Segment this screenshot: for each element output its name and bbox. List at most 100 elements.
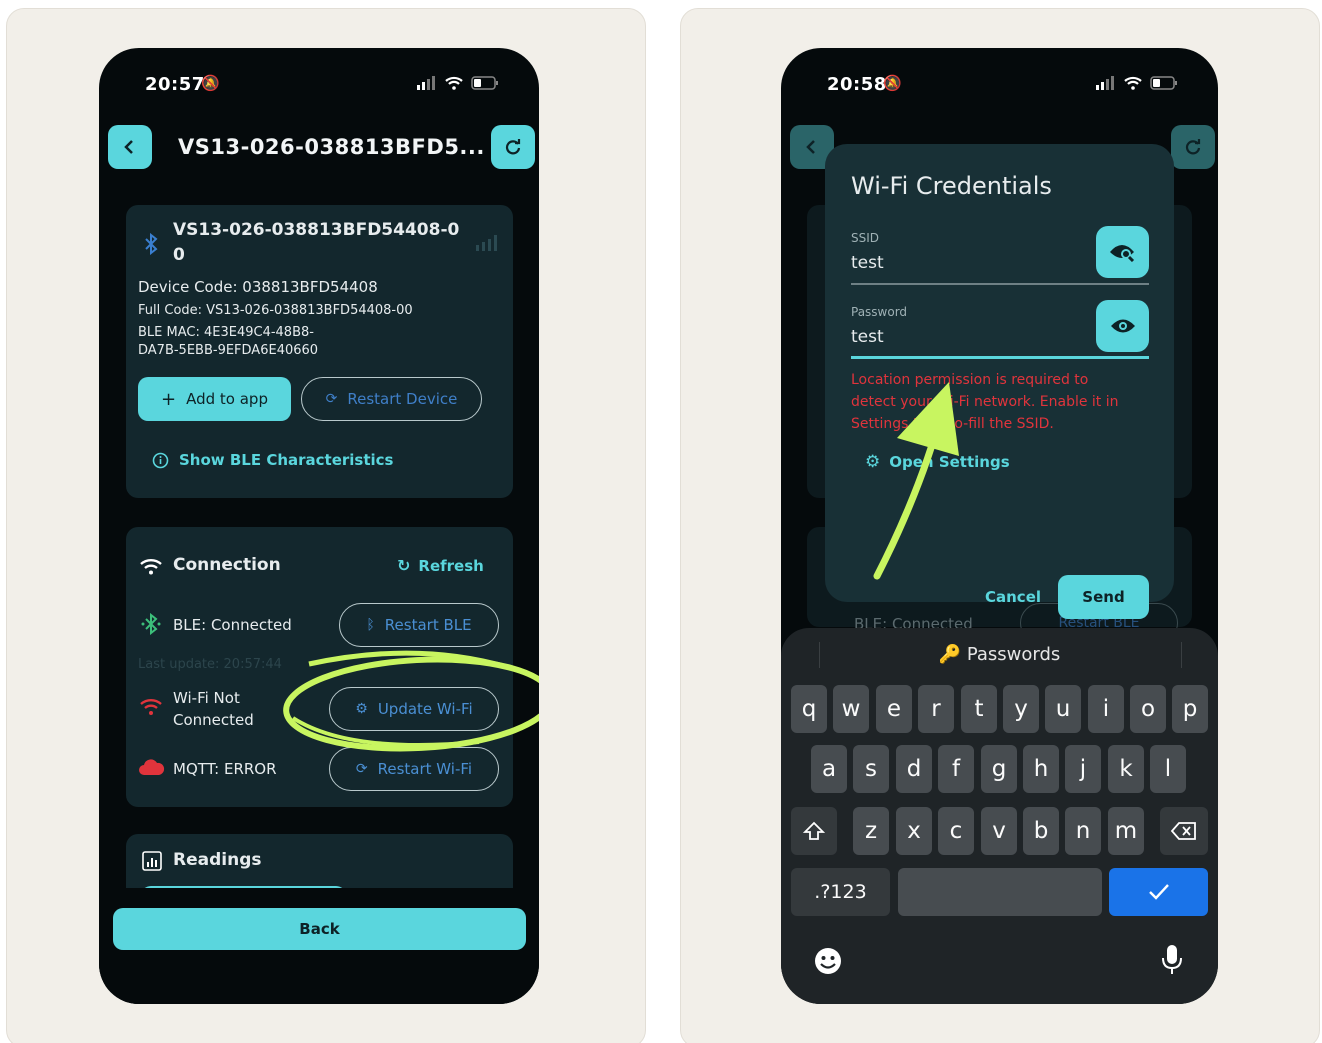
key[interactable]: p (1172, 685, 1208, 733)
reload-button[interactable] (491, 125, 535, 169)
key[interactable]: c (938, 807, 974, 855)
suggestion-label: Passwords (966, 644, 1061, 665)
password-label: Password (851, 305, 908, 319)
last-update: Last update: 20:57:44 (138, 657, 282, 672)
device-name-line2: 0 (173, 245, 185, 265)
key[interactable]: h (1023, 745, 1059, 793)
mqtt-status: MQTT: ERROR (173, 760, 277, 778)
status-time: 20:57 (145, 74, 205, 95)
key[interactable]: z (853, 807, 889, 855)
emoji-icon (815, 948, 841, 974)
key[interactable]: l (1150, 745, 1186, 793)
bell-muted-icon: 🔕 (883, 74, 902, 92)
emoji-button[interactable] (813, 946, 843, 980)
mic-icon (1162, 945, 1182, 974)
key[interactable]: y (1003, 685, 1039, 733)
confirm-key[interactable] (1109, 868, 1208, 916)
key[interactable]: i (1088, 685, 1124, 733)
key[interactable]: f (938, 745, 974, 793)
ssid-underline (851, 283, 1149, 285)
suggestion-divider-left (819, 642, 820, 668)
back-button[interactable]: Back (113, 908, 526, 950)
backspace-key[interactable] (1160, 807, 1208, 855)
key[interactable]: u (1045, 685, 1081, 733)
add-to-app-button[interactable]: + Add to app (138, 377, 291, 421)
refresh-icon (1185, 139, 1201, 155)
device-code: Device Code: 038813BFD54408 (138, 278, 378, 296)
readings-title: Readings (173, 850, 262, 870)
refresh-link[interactable]: ↻ Refresh (397, 556, 484, 575)
backspace-icon (1171, 822, 1196, 840)
shift-key[interactable] (791, 807, 837, 855)
wifi-credentials-screen: 20:58 🔕 BLE: Connected Restart BLE Wi-Fi… (781, 48, 1218, 1004)
device-info-panel: VS13-026-038813BFD54408-0 0 Device Code:… (126, 205, 513, 498)
shift-icon (803, 821, 825, 840)
bluetooth-connected-icon (141, 613, 161, 635)
key[interactable]: g (981, 745, 1017, 793)
status-icons (1096, 76, 1178, 90)
key[interactable]: w (833, 685, 869, 733)
key[interactable]: d (896, 745, 932, 793)
refresh-icon (505, 139, 521, 155)
signal-strength-icon (476, 235, 497, 251)
toggle-password-button[interactable] (1096, 300, 1149, 352)
key[interactable]: j (1065, 745, 1101, 793)
bell-muted-icon: 🔕 (201, 74, 220, 92)
status-bar: 20:58 🔕 (827, 74, 1178, 98)
page-title: VS13-026-038813BFD5... (178, 135, 485, 159)
numbers-key[interactable]: .?123 (791, 868, 890, 916)
plus-icon: + (161, 388, 177, 410)
ble-mac-line2: DA7B-5EBB-9EFDA6E40660 (138, 343, 319, 358)
battery-icon (471, 76, 498, 90)
key[interactable]: a (811, 745, 847, 793)
show-ble-characteristics-link[interactable]: Show BLE Characteristics (152, 451, 394, 469)
wifi-status-icon (1124, 76, 1142, 90)
restart-ble-button[interactable]: ᛒ Restart BLE (339, 603, 499, 647)
full-code: Full Code: VS13-026-038813BFD54408-00 (138, 303, 413, 318)
send-button[interactable]: Send (1058, 575, 1149, 619)
restart-wifi-label: Restart Wi-Fi (377, 760, 473, 778)
mic-button[interactable] (1161, 944, 1183, 980)
key[interactable]: e (876, 685, 912, 733)
restart-device-button[interactable]: ⟳ Restart Device (301, 377, 482, 421)
status-icons (417, 76, 499, 90)
key[interactable]: s (853, 745, 889, 793)
battery-icon (1150, 76, 1177, 90)
key[interactable]: q (791, 685, 827, 733)
key[interactable]: o (1130, 685, 1166, 733)
cancel-button[interactable]: Cancel (985, 588, 1041, 606)
wifi-icon (140, 559, 162, 575)
key[interactable]: v (981, 807, 1017, 855)
highlight-circle-annotation (283, 650, 539, 752)
device-name-line1: VS13-026-038813BFD54408-0 (173, 220, 460, 240)
arrow-annotation (873, 382, 959, 580)
space-key[interactable] (898, 868, 1102, 916)
status-time: 20:58 (827, 74, 887, 95)
keyboard-suggestion[interactable]: 🔑 Passwords (781, 644, 1218, 665)
connection-title: Connection (173, 555, 281, 575)
signal-icon (1096, 76, 1114, 90)
keyboard: 🔑 Passwords q w e r t y u i o p a s d f … (781, 628, 1218, 1004)
key[interactable]: m (1108, 807, 1144, 855)
key[interactable]: b (1023, 807, 1059, 855)
restart-icon: ⟳ (325, 391, 338, 407)
ssid-input[interactable]: test (851, 253, 884, 273)
detect-ssid-button[interactable] (1096, 226, 1149, 278)
key[interactable]: t (961, 685, 997, 733)
wifi-status-line2: Connected (173, 711, 254, 729)
add-to-app-label: Add to app (186, 390, 268, 408)
dialog-title: Wi-Fi Credentials (851, 172, 1052, 200)
eye-search-icon (1109, 245, 1134, 262)
bluetooth-icon (145, 233, 158, 255)
key[interactable]: n (1065, 807, 1101, 855)
key-icon: 🔑 (938, 644, 962, 665)
wifi-off-icon (140, 699, 162, 715)
key[interactable]: r (918, 685, 954, 733)
device-detail-screen: 20:57 🔕 VS13-026-038813BFD5... VS13-026-… (99, 48, 539, 1004)
chevron-left-icon (806, 140, 815, 154)
signal-icon (417, 76, 435, 90)
key[interactable]: x (896, 807, 932, 855)
back-arrow-button[interactable] (108, 125, 152, 169)
password-input[interactable]: test (851, 327, 884, 347)
key[interactable]: k (1108, 745, 1144, 793)
